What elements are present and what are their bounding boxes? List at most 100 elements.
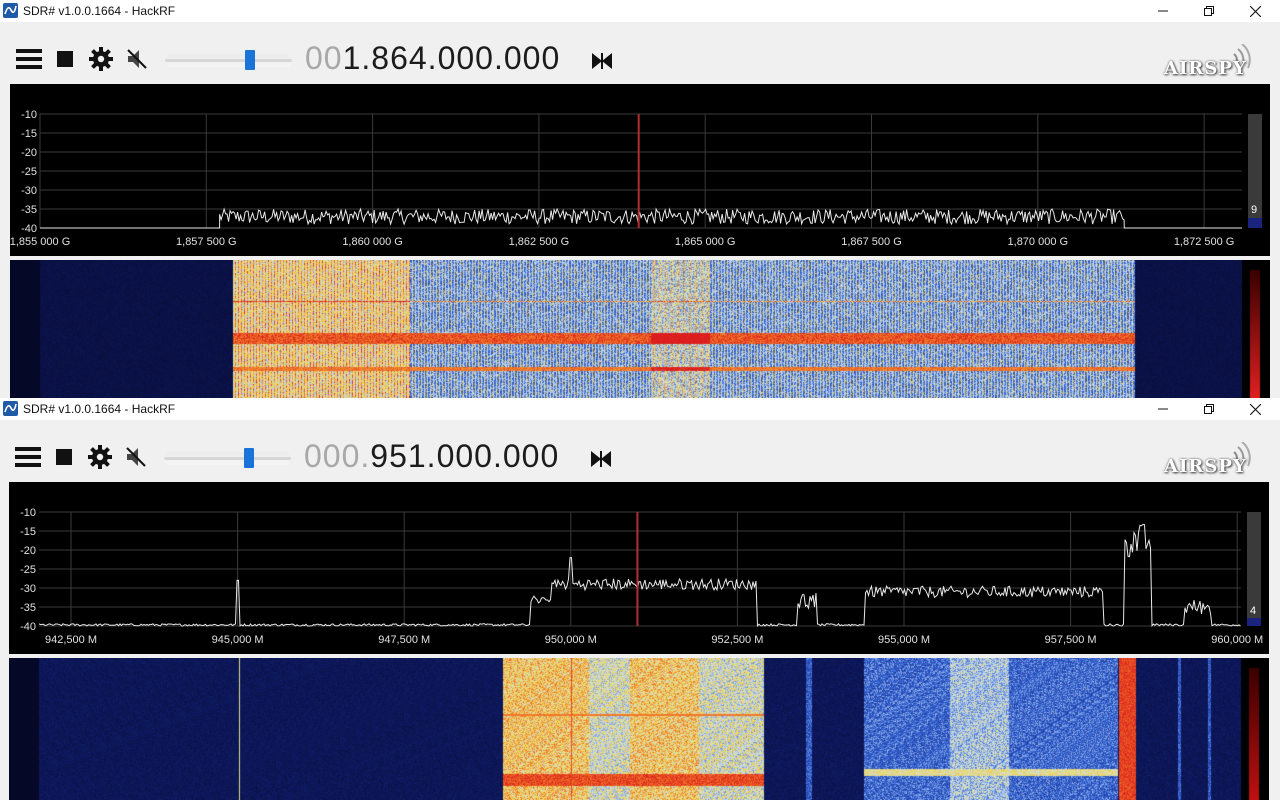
- x-tick-label: 1,862 500 G: [509, 236, 570, 248]
- frequency-display[interactable]: 001.864.000.000: [305, 40, 560, 77]
- sdrsharp-app-icon: [3, 401, 18, 416]
- mute-button[interactable]: [124, 46, 150, 72]
- minimize-button[interactable]: [1140, 0, 1186, 22]
- y-tick-label: -35: [20, 602, 36, 614]
- spectrum-panel[interactable]: -10 -15 -20 -25 -30 -35 -40 1,855 000 G 1,857 5…: [10, 84, 1270, 256]
- x-tick-label: 950,000 M: [545, 634, 597, 646]
- skip-arrows-icon: [592, 53, 612, 69]
- x-tick-label: 947,500 M: [378, 634, 430, 646]
- frequency-digits[interactable]: 951.000.000: [370, 438, 559, 474]
- restore-icon: [1204, 404, 1214, 414]
- menu-button[interactable]: [16, 46, 42, 72]
- close-icon: [1249, 5, 1261, 17]
- restore-button[interactable]: [1186, 0, 1232, 22]
- spectrum-panel[interactable]: -10 -15 -20 -25 -30 -35 -40 942,500 M 945,000 M…: [9, 482, 1269, 654]
- slider-track: [164, 457, 291, 460]
- window-title: SDR# v1.0.0.1664 - HackRF: [23, 4, 176, 18]
- y-tick-label: -40: [20, 621, 36, 633]
- y-tick-label: -35: [21, 204, 37, 216]
- speaker-muted-icon: [126, 447, 146, 467]
- window-title: SDR# v1.0.0.1664 - HackRF: [23, 402, 176, 416]
- x-tick-label: 1,860 000 G: [342, 236, 403, 248]
- y-tick-label: -15: [21, 128, 37, 140]
- airspy-logo: AIRSPY: [1160, 442, 1260, 477]
- y-tick-label: -30: [21, 185, 37, 197]
- slider-thumb[interactable]: [245, 50, 255, 70]
- x-tick-label: 942,500 M: [45, 634, 97, 646]
- minimize-button[interactable]: [1140, 398, 1186, 420]
- waterfall-display[interactable]: [9, 658, 1269, 800]
- x-tick-label: 1,870 000 G: [1008, 236, 1069, 248]
- sdr-window-top: SDR# v1.0.0.1664 - HackRF 001.864.000.00…: [0, 0, 1280, 398]
- frequency-digits[interactable]: 1.864.000.000: [343, 40, 561, 76]
- x-tick-label: 1,855 000 G: [10, 236, 70, 248]
- x-tick-label: 960,000 M: [1211, 634, 1263, 646]
- x-tick-label: 1,865 000 G: [675, 236, 736, 248]
- y-tick-label: -20: [20, 545, 36, 557]
- menu-button[interactable]: [15, 444, 41, 470]
- frequency-step-button[interactable]: [590, 51, 614, 71]
- spectrum-trace: [38, 523, 1241, 628]
- title-bar[interactable]: SDR# v1.0.0.1664 - HackRF: [0, 0, 1280, 22]
- level-meter-value: 4: [1250, 605, 1256, 617]
- gear-icon: [89, 47, 113, 71]
- y-tick-label: -25: [20, 564, 36, 576]
- stop-icon: [56, 449, 72, 465]
- restore-icon: [1204, 6, 1214, 16]
- x-tick-label: 945,000 M: [212, 634, 264, 646]
- minimize-icon: [1158, 10, 1168, 12]
- sdrsharp-app-icon: [3, 3, 18, 18]
- volume-slider[interactable]: [164, 448, 291, 468]
- slider-thumb[interactable]: [244, 448, 254, 468]
- close-button[interactable]: [1232, 398, 1278, 420]
- y-tick-label: -20: [21, 147, 37, 159]
- frequency-leading-digits[interactable]: 000.: [304, 438, 370, 474]
- x-tick-label: 952,500 M: [711, 634, 763, 646]
- restore-button[interactable]: [1186, 398, 1232, 420]
- frequency-step-button[interactable]: [589, 449, 613, 469]
- stop-icon: [57, 51, 73, 67]
- y-tick-label: -25: [21, 166, 37, 178]
- airspy-logo: AIRSPY: [1160, 44, 1260, 79]
- spectrum-plot[interactable]: -10 -15 -20 -25 -30 -35 -40 1,855 000 G 1,857 5…: [10, 84, 1270, 256]
- level-meter-value: 9: [1251, 204, 1257, 216]
- title-bar[interactable]: SDR# v1.0.0.1664 - HackRF: [0, 398, 1280, 420]
- airspy-logo-text: AIRSPY: [1164, 58, 1247, 79]
- waterfall-display[interactable]: [10, 260, 1270, 398]
- spectrum-trace: [40, 207, 1242, 229]
- toolbar: 000.951.000.000 AIRSPY: [0, 420, 1280, 482]
- slider-track: [165, 59, 292, 62]
- y-tick-label: -40: [21, 223, 37, 235]
- x-tick-label: 1,872 500 G: [1174, 236, 1235, 248]
- stop-button[interactable]: [52, 46, 78, 72]
- level-meter-fill: [1247, 618, 1261, 626]
- mute-button[interactable]: [123, 444, 149, 470]
- close-icon: [1249, 403, 1261, 415]
- waterfall-panel[interactable]: [9, 658, 1269, 800]
- airspy-logo-text: AIRSPY: [1164, 456, 1247, 477]
- hamburger-menu-icon: [15, 447, 41, 467]
- hamburger-menu-icon: [16, 49, 42, 69]
- frequency-leading-digits[interactable]: 00: [305, 40, 343, 76]
- skip-arrows-icon: [591, 451, 611, 467]
- gear-icon: [88, 445, 112, 469]
- close-button[interactable]: [1232, 0, 1278, 22]
- speaker-muted-icon: [127, 49, 147, 69]
- toolbar: 001.864.000.000 AIRSPY: [0, 22, 1280, 84]
- stop-button[interactable]: [51, 444, 77, 470]
- x-tick-label: 955,000 M: [878, 634, 930, 646]
- x-tick-label: 1,867 500 G: [841, 236, 902, 248]
- level-meter-fill: [1248, 218, 1262, 228]
- sdr-window-bottom: SDR# v1.0.0.1664 - HackRF 000.951.000.00…: [0, 398, 1280, 800]
- y-tick-label: -10: [21, 109, 37, 121]
- waterfall-panel[interactable]: [10, 260, 1270, 398]
- y-tick-label: -10: [20, 507, 36, 519]
- spectrum-plot[interactable]: -10 -15 -20 -25 -30 -35 -40 942,500 M 945,000 M…: [9, 482, 1269, 654]
- y-tick-label: -15: [20, 526, 36, 538]
- frequency-display[interactable]: 000.951.000.000: [304, 438, 559, 475]
- settings-button[interactable]: [88, 46, 114, 72]
- settings-button[interactable]: [87, 444, 113, 470]
- y-tick-label: -30: [20, 583, 36, 595]
- x-tick-label: 957,500 M: [1045, 634, 1097, 646]
- volume-slider[interactable]: [165, 50, 292, 70]
